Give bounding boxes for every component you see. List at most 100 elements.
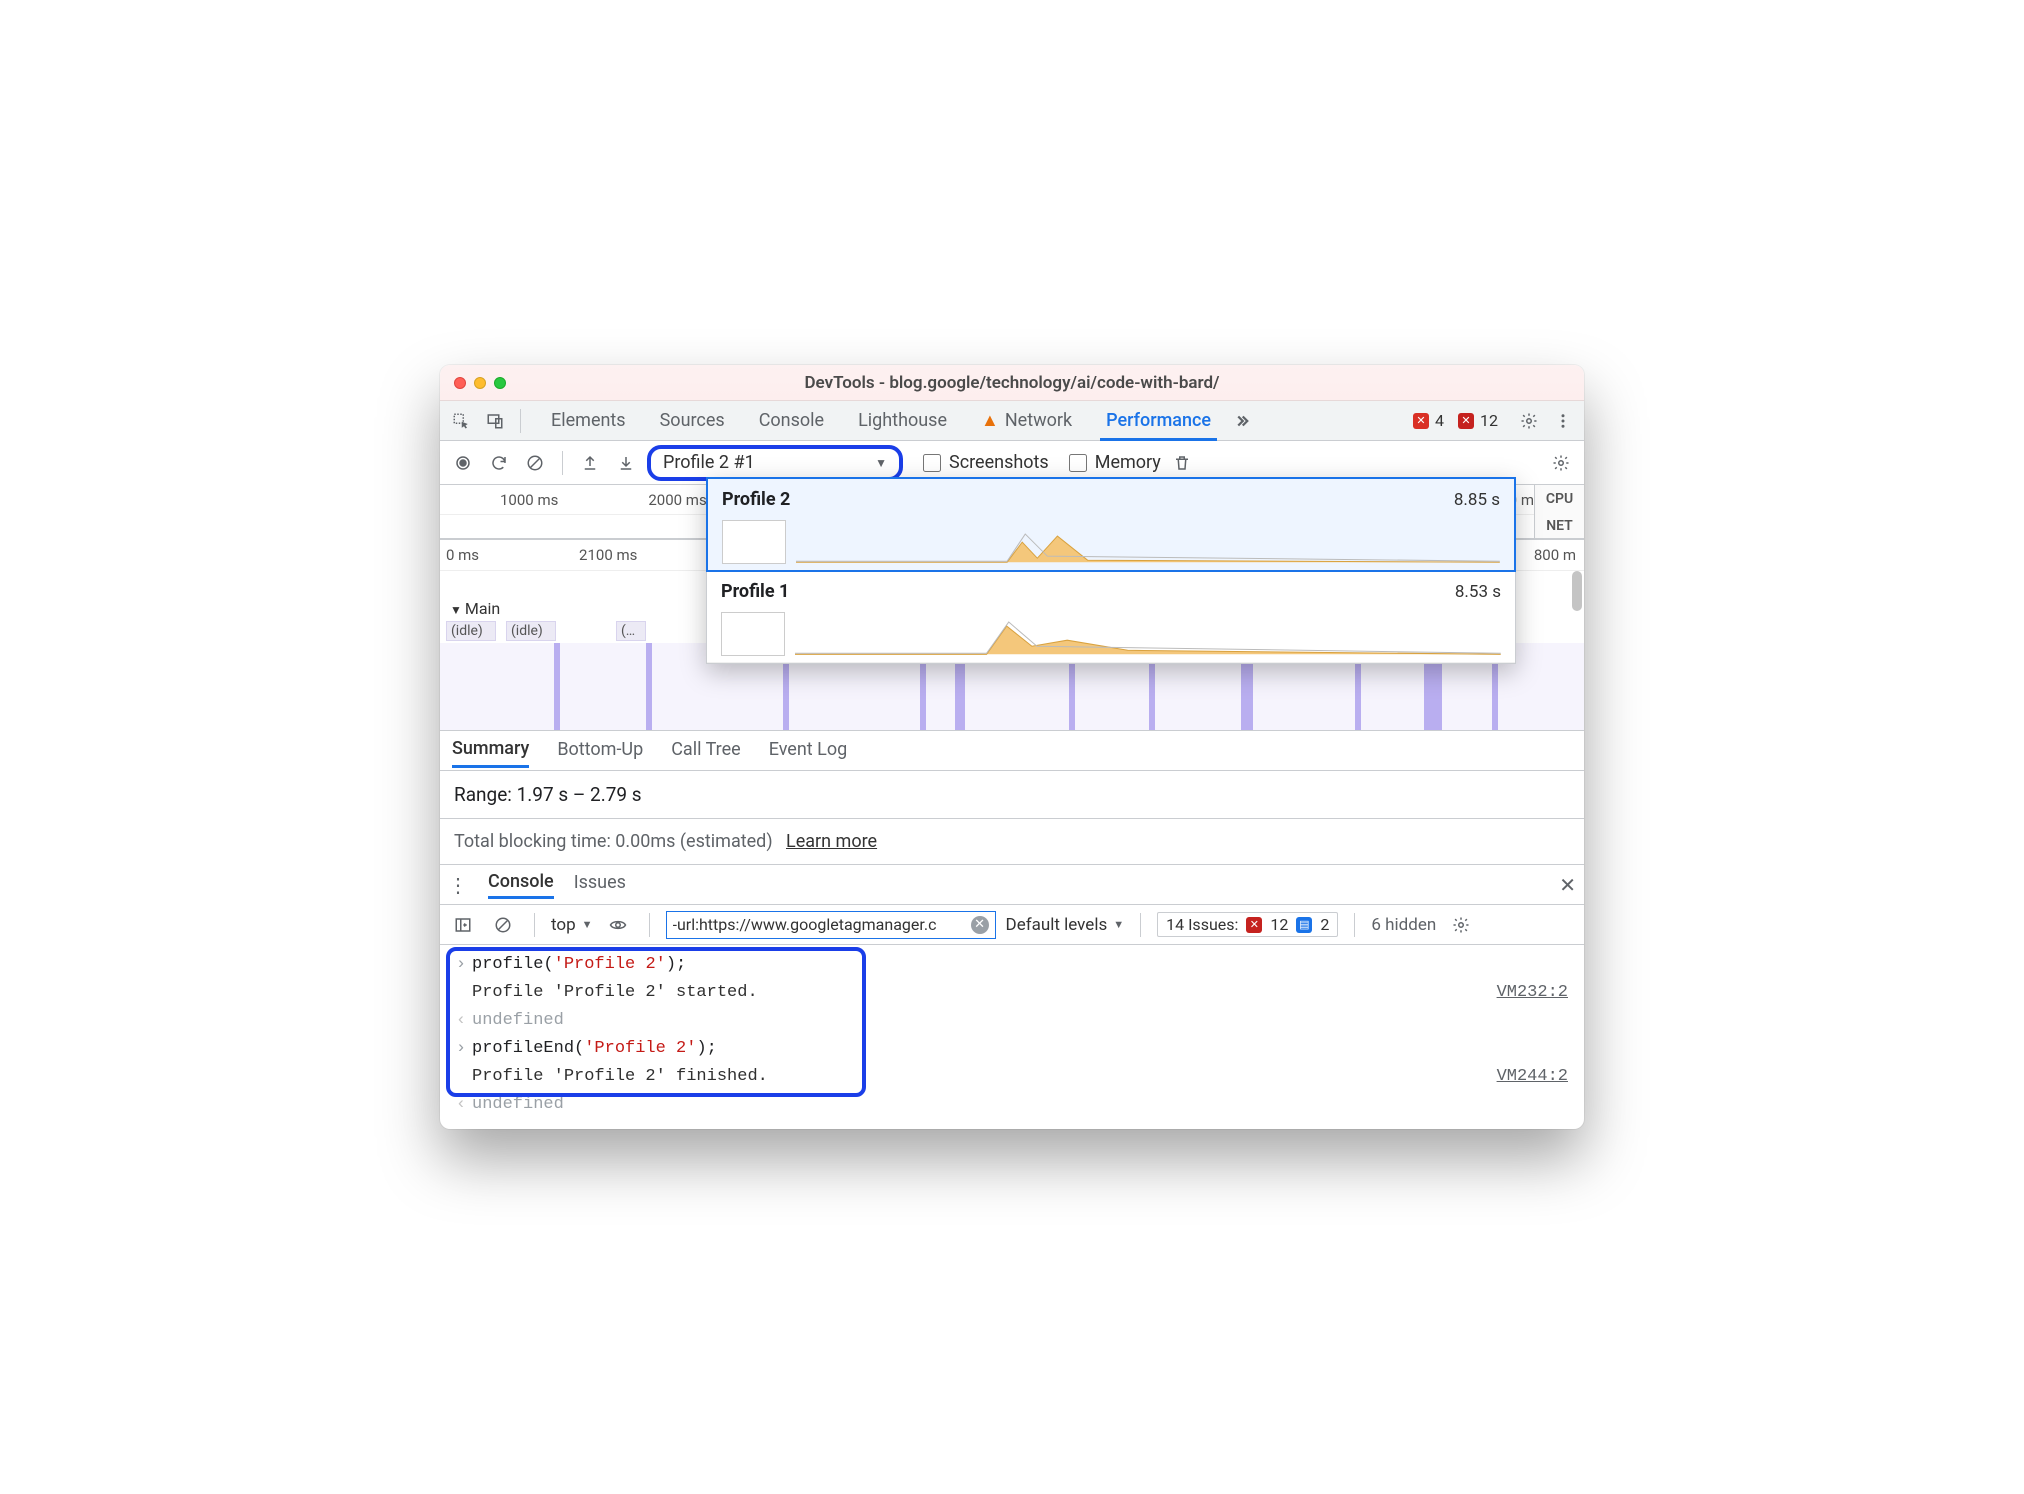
- source-link[interactable]: VM232:2: [1497, 979, 1574, 1007]
- issues-info-count: 2: [1320, 915, 1329, 934]
- subtab-summary[interactable]: Summary: [452, 738, 529, 768]
- window-zoom-icon[interactable]: [494, 377, 506, 389]
- settings-icon[interactable]: [1514, 406, 1544, 436]
- warning-icon: ▲: [981, 410, 999, 431]
- record-icon[interactable]: [448, 448, 478, 478]
- window-titlebar: DevTools - blog.google/technology/ai/cod…: [440, 365, 1584, 401]
- reload-record-icon[interactable]: [484, 448, 514, 478]
- divider: [1354, 913, 1355, 937]
- upload-icon[interactable]: [575, 448, 605, 478]
- delete-icon[interactable]: [1167, 448, 1197, 478]
- undefined-text: undefined: [472, 1091, 1574, 1119]
- panel-settings-icon[interactable]: [1546, 448, 1576, 478]
- error-icon: ✕: [1413, 413, 1429, 429]
- console-context-select[interactable]: top ▼: [551, 915, 593, 935]
- chevron-down-icon: ▼: [875, 456, 887, 470]
- profile-duration: 8.53 s: [1455, 582, 1501, 602]
- main-thread-header[interactable]: Main: [450, 599, 500, 618]
- log-text: Profile 'Profile 2' finished.: [472, 1063, 1497, 1091]
- screenshots-label: Screenshots: [949, 452, 1049, 473]
- prompt-icon: [450, 951, 472, 979]
- console-log[interactable]: profile('Profile 2'); Profile 'Profile 2…: [440, 945, 1584, 1129]
- profile-option[interactable]: Profile 1 8.53 s: [707, 571, 1515, 663]
- errors-count: 4: [1435, 411, 1444, 430]
- issues-label: 14 Issues:: [1166, 915, 1238, 934]
- profile-sparkline: [796, 524, 1500, 564]
- issues-info-icon: ▤: [1296, 917, 1312, 933]
- chevron-down-icon: ▼: [582, 918, 593, 931]
- code-text: );: [666, 955, 686, 974]
- code-text: );: [696, 1039, 716, 1058]
- log-text: Profile 'Profile 2' started.: [472, 979, 1497, 1007]
- context-label: top: [551, 915, 576, 935]
- console-sidebar-icon[interactable]: [448, 910, 478, 940]
- memory-checkbox[interactable]: Memory: [1069, 452, 1161, 473]
- profile-name: Profile 2: [722, 489, 790, 510]
- errors-badge[interactable]: ✕4: [1409, 411, 1448, 430]
- ruler-tick: 2000 ms: [648, 491, 706, 509]
- download-icon[interactable]: [611, 448, 641, 478]
- divider: [534, 913, 535, 937]
- cpu-lane-label: CPU: [1534, 485, 1584, 515]
- window-title: DevTools - blog.google/technology/ai/cod…: [440, 373, 1584, 393]
- profile-sparkline: [795, 616, 1501, 656]
- tab-network[interactable]: ▲Network: [979, 401, 1074, 440]
- console-filter-input[interactable]: -url:https://www.googletagmanager.c ✕: [666, 911, 996, 939]
- profile-select[interactable]: Profile 2 #1 ▼: [647, 445, 903, 481]
- ruler-tick: 800 m: [1534, 546, 1576, 564]
- screenshots-checkbox[interactable]: Screenshots: [923, 452, 1049, 473]
- learn-more-link[interactable]: Learn more: [786, 831, 877, 852]
- subtab-bottomup[interactable]: Bottom-Up: [557, 739, 643, 766]
- divider: [649, 913, 650, 937]
- window-close-icon[interactable]: [454, 377, 466, 389]
- profile-select-label: Profile 2 #1: [663, 452, 755, 473]
- blank-gutter: [450, 979, 472, 1007]
- issues-chip[interactable]: 14 Issues: ✕ 12 ▤ 2: [1157, 912, 1338, 937]
- code-text: profileEnd(: [472, 1039, 584, 1058]
- ruler-tick: 2100 ms: [579, 546, 637, 564]
- hidden-count[interactable]: 6 hidden: [1371, 915, 1436, 935]
- divider: [520, 409, 521, 433]
- drawer-tab-console[interactable]: Console: [488, 871, 554, 899]
- console-settings-icon[interactable]: [1446, 910, 1476, 940]
- more-tabs-icon[interactable]: [1227, 406, 1257, 436]
- profile-option[interactable]: Profile 2 8.85 s: [706, 477, 1516, 572]
- clear-filter-icon[interactable]: ✕: [971, 916, 989, 934]
- scrollbar-thumb[interactable]: [1572, 571, 1582, 611]
- flame-block[interactable]: (idle): [446, 621, 496, 641]
- drawer-close-icon[interactable]: ✕: [1559, 873, 1576, 897]
- device-toggle-icon[interactable]: [480, 406, 510, 436]
- console-return-row: undefined: [450, 1091, 1574, 1119]
- divider: [1140, 913, 1141, 937]
- critical-badge[interactable]: ✕12: [1454, 411, 1502, 430]
- subtab-eventlog[interactable]: Event Log: [769, 739, 848, 766]
- console-clear-icon[interactable]: [488, 910, 518, 940]
- blank-gutter: [450, 1063, 472, 1091]
- divider: [562, 451, 563, 475]
- drawer-tab-issues[interactable]: Issues: [574, 872, 626, 897]
- summary-tbt: Total blocking time: 0.00ms (estimated) …: [440, 819, 1584, 865]
- undefined-text: undefined: [472, 1007, 1574, 1035]
- subtab-calltree[interactable]: Call Tree: [671, 739, 740, 766]
- tab-elements[interactable]: Elements: [549, 401, 628, 440]
- memory-label: Memory: [1095, 452, 1161, 473]
- live-expression-icon[interactable]: [603, 910, 633, 940]
- window-minimize-icon[interactable]: [474, 377, 486, 389]
- tab-performance[interactable]: Performance: [1104, 401, 1213, 440]
- log-levels-select[interactable]: Default levels ▼: [1006, 915, 1125, 935]
- console-input-row: profileEnd('Profile 2');: [450, 1035, 1574, 1063]
- tab-lighthouse[interactable]: Lighthouse: [856, 401, 949, 440]
- tab-sources[interactable]: Sources: [658, 401, 727, 440]
- source-link[interactable]: VM244:2: [1497, 1063, 1574, 1091]
- issues-error-count: 12: [1270, 915, 1288, 934]
- console-output-row: Profile 'Profile 2' started. VM232:2: [450, 979, 1574, 1007]
- devtools-tabstrip: Elements Sources Console Lighthouse ▲Net…: [440, 401, 1584, 441]
- flame-block[interactable]: (…: [616, 621, 646, 641]
- flame-block[interactable]: (idle): [506, 621, 556, 641]
- tab-console[interactable]: Console: [757, 401, 826, 440]
- kebab-menu-icon[interactable]: [1548, 406, 1578, 436]
- inspect-icon[interactable]: [446, 406, 476, 436]
- clear-icon[interactable]: [520, 448, 550, 478]
- drawer-menu-icon[interactable]: ⋮: [448, 873, 468, 897]
- summary-range: Range: 1.97 s – 2.79 s: [440, 771, 1584, 819]
